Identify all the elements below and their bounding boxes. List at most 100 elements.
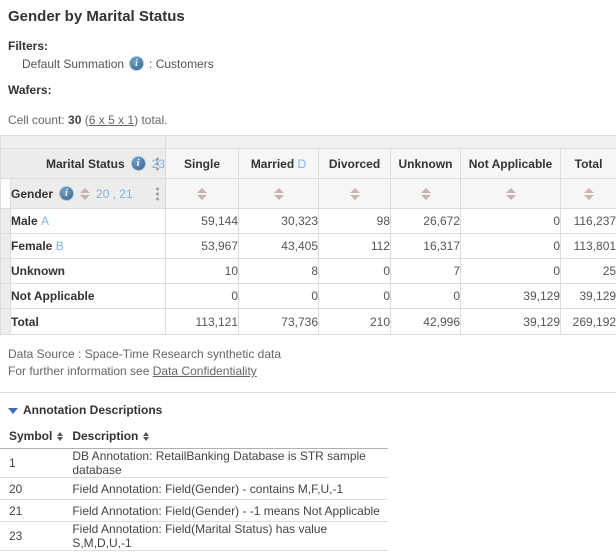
column-header-row: Marital Status 23 Single Married D Divor… [1,149,616,179]
crosstab-table: Marital Status 23 Single Married D Divor… [0,135,616,335]
sort-cell-not-applicable[interactable] [461,179,561,209]
cell-count-link[interactable]: 6 x 5 x 1 [89,113,134,127]
description-cell: Field Annotation: Field(Gender) - contai… [63,478,388,500]
table-top-spacer-row [1,136,616,149]
annotation-section-title: Annotation Descriptions [23,403,162,417]
row-label[interactable]: Total [11,309,166,335]
sort-icon[interactable] [274,188,284,200]
data-cell: 42,996 [391,309,461,335]
row-label[interactable]: Not Applicable [11,284,166,309]
sort-icon[interactable] [80,188,90,200]
row-label[interactable]: Male A [11,209,166,234]
row-label[interactable]: Female B [11,234,166,259]
column-header-unknown[interactable]: Unknown [391,149,461,179]
options-icon[interactable] [154,185,161,202]
annotation-row: 23 Field Annotation: Field(Marital Statu… [0,522,388,551]
filter-item-value: : Customers [149,57,214,71]
description-column-label: Description [72,429,138,443]
data-cell: 0 [461,234,561,259]
row-label-text: Male [11,214,38,228]
info-icon[interactable] [129,56,144,71]
sort-icon[interactable] [584,188,594,200]
column-header-married[interactable]: Married D [239,149,319,179]
sort-icon[interactable] [506,188,516,200]
sort-icon[interactable] [421,188,431,200]
data-cell: 98 [319,209,391,234]
symbol-column-header[interactable]: Symbol [0,426,63,449]
data-cell: 7 [391,259,461,284]
annotation-ref: A [41,214,49,228]
col-dimension-header[interactable]: Gender 20 , 21 [11,179,166,209]
row-label-text: Female [11,239,52,253]
data-cell: 8 [239,259,319,284]
column-header-label: Married [251,157,294,171]
annotation-section-toggle[interactable]: Annotation Descriptions [8,403,616,417]
data-cell: 59,144 [166,209,239,234]
cell-count-value: 30 [68,113,81,127]
data-cell: 0 [391,284,461,309]
symbol-cell: 23 [0,522,63,551]
column-header-label: Unknown [399,157,453,171]
row-label-text: Unknown [11,264,65,278]
annotation-header-row: Symbol Description [0,426,388,449]
sort-icon[interactable] [143,432,149,441]
sort-cell-unknown[interactable] [391,179,461,209]
description-cell: DB Annotation: RetailBanking Database is… [63,449,388,478]
collapse-icon[interactable] [8,408,18,414]
cell-count: Cell count: 30 (6 x 5 x 1) total. [8,113,616,127]
data-cell: 210 [319,309,391,335]
symbol-cell: 20 [0,478,63,500]
sort-cell-total[interactable] [561,179,616,209]
row-dimension-label: Marital Status [46,157,125,171]
data-cell: 25 [561,259,616,284]
confidentiality-prefix: For further information see [8,364,149,378]
options-icon[interactable] [154,155,161,172]
confidentiality-note: For further information see Data Confide… [8,363,616,380]
filters-heading: Filters: [8,39,616,53]
column-header-divorced[interactable]: Divorced [319,149,391,179]
data-cell: 39,129 [461,284,561,309]
data-cell: 73,736 [239,309,319,335]
row-dimension-header[interactable]: Marital Status 23 [1,149,166,179]
table-row-male: Male A 59,144 30,323 98 26,672 0 116,237 [1,209,616,234]
annotation-table: Symbol Description 1 DB Annotation: Reta… [0,426,388,553]
data-cell: 26,672 [391,209,461,234]
sort-icon[interactable] [57,432,63,441]
filter-item-label: Default Summation [22,57,124,71]
data-confidentiality-link[interactable]: Data Confidentiality [153,364,257,378]
data-cell: 0 [319,259,391,284]
column-header-total[interactable]: Total [561,149,616,179]
column-header-single[interactable]: Single [166,149,239,179]
annotation-row: 21 Field Annotation: Field(Gender) - -1 … [0,500,388,522]
sort-icon[interactable] [350,188,360,200]
data-cell: 0 [166,284,239,309]
cell-count-prefix: Cell count: [8,113,65,127]
data-cell: 30,323 [239,209,319,234]
page-title: Gender by Marital Status [8,8,616,25]
data-cell: 53,967 [166,234,239,259]
table-row-unknown: Unknown 10 8 0 7 0 25 [1,259,616,284]
column-header-not-applicable[interactable]: Not Applicable [461,149,561,179]
annotation-ref: 20 , 21 [96,187,133,201]
data-cell: 16,317 [391,234,461,259]
data-cell: 43,405 [239,234,319,259]
column-header-label: Not Applicable [469,157,553,171]
info-icon[interactable] [59,186,74,201]
sort-icon[interactable] [197,188,207,200]
data-source-text: Data Source : Space-Time Research synthe… [8,346,616,363]
column-header-label: Total [575,157,603,171]
table-row-total: Total 113,121 73,736 210 42,996 39,129 2… [1,309,616,335]
row-label[interactable]: Unknown [11,259,166,284]
table-row-female: Female B 53,967 43,405 112 16,317 0 113,… [1,234,616,259]
sort-cell-divorced[interactable] [319,179,391,209]
info-icon[interactable] [131,156,146,171]
column-header-label: Divorced [329,157,380,171]
sort-cell-married[interactable] [239,179,319,209]
description-cell: Field Annotation: Field(Gender) - -1 mea… [63,500,388,522]
sort-cell-single[interactable] [166,179,239,209]
description-column-header[interactable]: Description [63,426,388,449]
data-cell: 0 [319,284,391,309]
stub-cell [1,234,11,259]
column-header-label: Single [184,157,220,171]
data-cell: 10 [166,259,239,284]
